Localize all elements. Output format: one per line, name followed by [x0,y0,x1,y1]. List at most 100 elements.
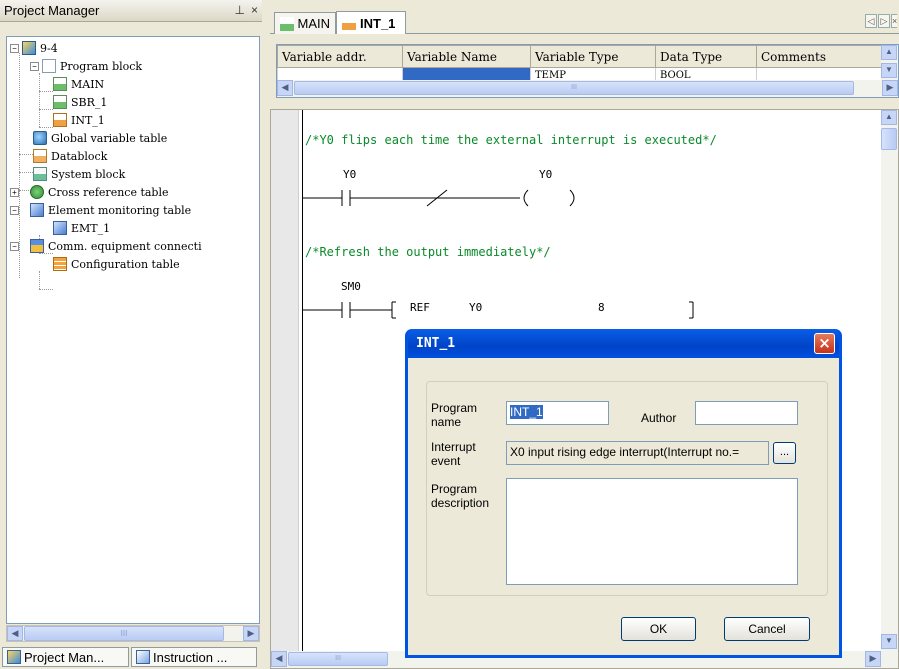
tab-int1[interactable]: INT_1 [336,11,406,34]
tree-item-main[interactable]: MAIN [53,75,104,93]
tree-item-element-monitoring-table[interactable]: − Element monitoring table [10,201,191,219]
close-icon[interactable]: × [251,3,258,17]
scroll-right-icon[interactable]: ▶ [865,651,881,667]
cancel-button[interactable]: Cancel [724,617,810,641]
configuration-table-icon [53,257,67,271]
project-tree[interactable]: − 9-4 − Program block MAIN SBR_1 INT_1 G… [6,36,260,624]
cross-reference-icon [30,185,44,199]
variable-table-header: Variable addr. Variable Name Variable Ty… [277,45,885,68]
scroll-down-icon[interactable]: ▼ [881,63,897,78]
ok-button[interactable]: OK [621,617,696,641]
tree-item-emt1[interactable]: EMT_1 [53,219,110,237]
collapse-icon[interactable]: − [10,241,19,251]
tree-item-sbr1[interactable]: SBR_1 [53,93,107,111]
tree-item-system-block[interactable]: System block [33,165,125,183]
panel-tabs: Project Man... Instruction ... [0,647,262,669]
scroll-down-icon[interactable]: ▼ [881,634,897,649]
tab-main[interactable]: MAIN [274,12,336,34]
scroll-left-icon[interactable]: ◀ [271,651,287,667]
project-manager-panel: Project Manager ⊥ × − 9-4 − Program bloc… [0,0,262,669]
program-description-label: Program description [431,482,490,510]
scroll-right-icon[interactable]: ▶ [882,80,898,96]
rung-1-graphic[interactable] [302,180,622,220]
monitoring-table-icon [30,203,44,217]
tab-navigation: ◁ ▷ × [865,14,897,28]
global-variable-icon [33,131,47,145]
dialog-body: Program name INT_1 Author Interrupt even… [408,358,839,655]
instruction-operand: Y0 [469,301,483,314]
tree-item-global-variable-table[interactable]: Global variable table [33,129,167,147]
dialog-title-bar[interactable]: INT_1 × [408,329,839,358]
project-manager-title: Project Manager [4,3,100,18]
editor-gutter [271,110,299,651]
interrupt-event-field[interactable]: X0 input rising edge interrupt(Interrupt… [506,441,769,465]
comm-equipment-icon [30,239,44,253]
program-name-value: INT_1 [510,405,543,419]
instruction-name: REF [410,301,430,314]
author-input[interactable] [695,401,798,425]
scroll-up-icon[interactable]: ▲ [881,110,897,125]
tree-horizontal-scrollbar[interactable]: ◀ III ▶ [6,625,260,642]
project-manager-icon [7,650,21,664]
author-label: Author [641,411,677,425]
rung-comment[interactable]: /*Y0 flips each time the external interr… [305,133,717,147]
dialog-close-button[interactable]: × [814,333,835,354]
tree-item-cross-reference-table[interactable]: + Cross reference table [10,183,169,201]
instruction-operand: 8 [598,301,605,314]
pin-icon[interactable]: ⊥ [235,3,245,17]
collapse-icon[interactable]: − [30,61,39,71]
variable-table[interactable]: Variable addr. Variable Name Variable Ty… [276,44,899,98]
interrupt-icon [53,113,67,127]
scrollbar-thumb[interactable]: III [294,81,854,95]
collapse-icon[interactable]: − [10,205,19,215]
project-manager-title-bar: Project Manager ⊥ × [0,0,262,22]
variable-table-vertical-scrollbar[interactable]: ▲ ▼ [881,45,898,82]
rung-2-graphic[interactable] [302,292,722,332]
instruction-icon [136,650,150,664]
tree-item-program-block[interactable]: − Program block [30,57,142,75]
program-description-textarea[interactable] [506,478,798,585]
scroll-left-icon[interactable]: ◀ [277,80,293,96]
tree-item-comm-equipment[interactable]: − Comm. equipment connecti [10,237,202,255]
main-program-icon [280,16,294,31]
tree-item-configuration-table[interactable]: Configuration table [53,255,180,273]
column-header[interactable]: Variable Name [402,45,531,68]
tree-item-project-root[interactable]: − 9-4 [10,39,58,57]
tree-item-datablock[interactable]: Datablock [33,147,107,165]
system-block-icon [33,167,47,181]
tab-instruction[interactable]: Instruction ... [131,647,257,667]
collapse-icon[interactable]: − [10,43,19,53]
browse-interrupt-event-button[interactable]: ... [773,442,796,464]
program-name-label: Program name [431,401,478,429]
program-properties-dialog: INT_1 × Program name INT_1 Author Interr… [405,329,842,658]
rung-comment[interactable]: /*Refresh the output immediately*/ [305,245,551,259]
tab-close-icon[interactable]: × [891,14,897,28]
variable-table-horizontal-scrollbar[interactable]: ◀ III ▶ [277,80,898,97]
column-header[interactable]: Variable Type [530,45,656,68]
scrollbar-thumb[interactable]: III [24,626,224,641]
editor-vertical-scrollbar[interactable]: ▲ ▼ [881,110,898,651]
program-block-icon [42,59,56,73]
column-header[interactable]: Data Type [655,45,757,68]
scroll-left-icon[interactable]: ◀ [7,626,23,641]
tab-prev-icon[interactable]: ◁ [865,14,877,28]
program-name-input[interactable]: INT_1 [506,401,609,425]
column-header[interactable]: Variable addr. [277,45,403,68]
datablock-icon [33,149,47,163]
scroll-up-icon[interactable]: ▲ [881,45,897,60]
scrollbar-thumb[interactable] [881,128,897,150]
scroll-right-icon[interactable]: ▶ [243,626,259,641]
tree-item-int1[interactable]: INT_1 [53,111,105,129]
main-program-icon [53,77,67,91]
interrupt-icon [342,16,356,30]
tab-project-manager[interactable]: Project Man... [2,647,129,667]
scrollbar-thumb[interactable]: III [288,652,388,666]
tab-next-icon[interactable]: ▷ [878,14,890,28]
project-icon [22,41,36,55]
column-header[interactable]: Comments [756,45,885,68]
subroutine-icon [53,95,67,109]
expand-icon[interactable]: + [10,187,19,197]
document-tab-bar: MAIN INT_1 ◁ ▷ × [270,8,899,34]
interrupt-event-label: Interrupt event [431,440,476,468]
emt-icon [53,221,67,235]
